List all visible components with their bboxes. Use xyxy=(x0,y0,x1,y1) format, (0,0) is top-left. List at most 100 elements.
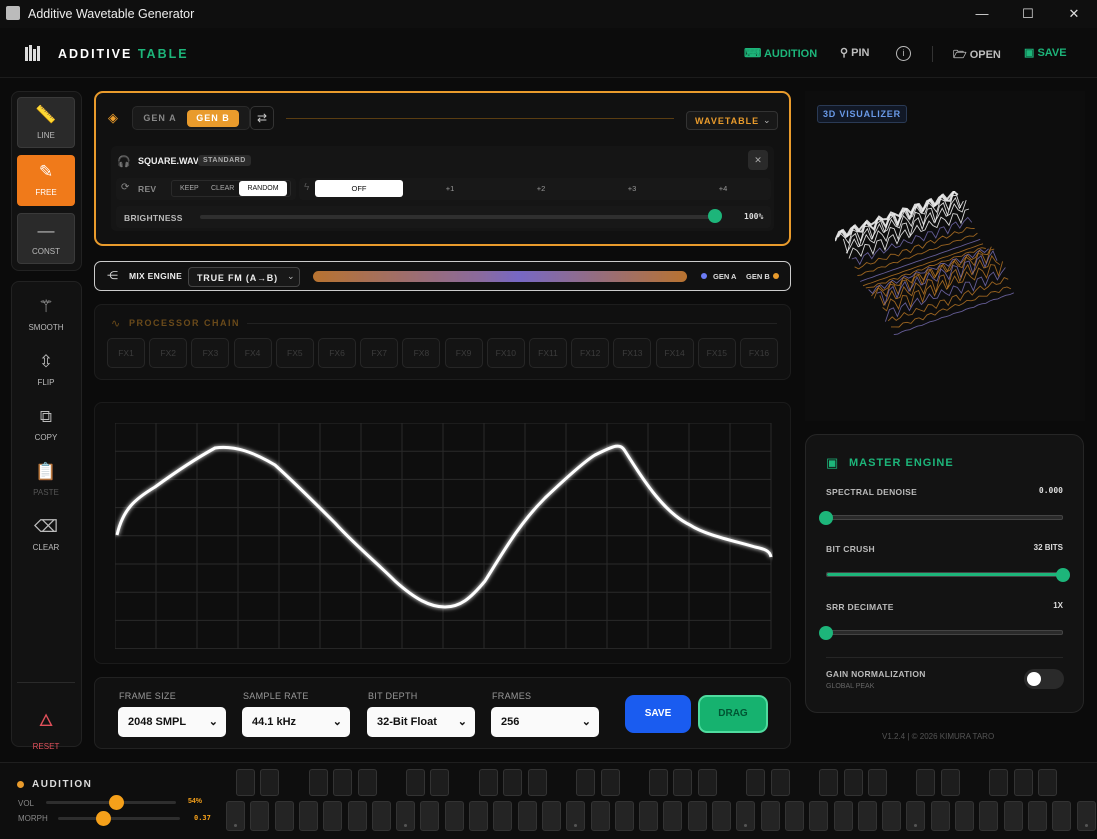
piano-white-key[interactable] xyxy=(760,801,780,831)
piano-black-key[interactable] xyxy=(308,769,328,796)
paste-button[interactable]: 📋 PASTE xyxy=(17,455,75,506)
piano-black-key[interactable] xyxy=(746,769,766,796)
mix-mode-select[interactable]: TRUE FM (A→B) ⌄ xyxy=(188,267,300,287)
reset-button[interactable]: 🜂 RESET xyxy=(17,694,75,751)
piano-black-key[interactable] xyxy=(527,769,547,796)
piano-white-key[interactable] xyxy=(906,801,926,831)
piano-black-key[interactable] xyxy=(989,769,1009,796)
export-save-button[interactable]: SAVE xyxy=(625,695,691,733)
fx-slot[interactable]: FX6 xyxy=(318,338,356,368)
piano-black-key[interactable] xyxy=(819,769,839,796)
octave-option[interactable]: +4 xyxy=(679,180,767,197)
fx-slot[interactable]: FX13 xyxy=(613,338,652,368)
piano-black-key[interactable] xyxy=(843,769,863,796)
piano-white-key[interactable] xyxy=(857,801,877,831)
piano-black-key[interactable] xyxy=(260,769,280,796)
piano-white-key[interactable] xyxy=(444,801,464,831)
piano-black-key[interactable] xyxy=(406,769,426,796)
fx-slot[interactable]: FX11 xyxy=(529,338,567,368)
piano-black-key[interactable] xyxy=(503,769,523,796)
copy-button[interactable]: ⧉ COPY xyxy=(17,400,75,451)
octave-option[interactable]: +2 xyxy=(497,180,585,197)
piano-black-key[interactable] xyxy=(430,769,450,796)
piano-white-key[interactable] xyxy=(469,801,488,831)
piano-white-key[interactable] xyxy=(930,801,950,831)
close-button[interactable]: ✕ xyxy=(1051,0,1097,28)
piano-white-key[interactable] xyxy=(784,801,804,831)
mode-line[interactable]: 📏 LINE xyxy=(17,97,75,148)
piano-white-key[interactable] xyxy=(298,801,318,831)
mode-free[interactable]: ✎ FREE xyxy=(17,155,75,206)
piano-black-key[interactable] xyxy=(649,769,669,796)
bit-crush-knob[interactable] xyxy=(1056,568,1070,582)
bit-depth-select[interactable]: 32-Bit Float ⌄ xyxy=(367,707,475,737)
fx-slot[interactable]: FX4 xyxy=(233,338,272,368)
fx-slot[interactable]: FX5 xyxy=(275,338,314,368)
gen-a-tab[interactable]: GEN A xyxy=(138,110,182,127)
wave-editor[interactable] xyxy=(94,402,791,664)
srr-slider[interactable] xyxy=(826,630,1063,635)
piano-black-key[interactable] xyxy=(333,769,353,796)
gen-b-tab[interactable]: GEN B xyxy=(187,110,239,127)
piano-white-key[interactable] xyxy=(979,801,999,831)
fx-slot[interactable]: FX1 xyxy=(107,338,145,368)
gain-toggle[interactable] xyxy=(1024,669,1064,689)
piano-white-key[interactable] xyxy=(1076,801,1096,831)
piano-white-key[interactable] xyxy=(250,801,270,831)
clear-option[interactable]: CLEAR xyxy=(211,185,234,192)
piano-white-key[interactable] xyxy=(347,801,367,831)
fx-slot[interactable]: FX3 xyxy=(191,338,230,368)
morph-slider[interactable] xyxy=(58,817,180,820)
fx-slot[interactable]: FX15 xyxy=(697,338,736,368)
octave-option[interactable]: +3 xyxy=(588,180,676,197)
piano-black-key[interactable] xyxy=(576,769,596,796)
piano-white-key[interactable] xyxy=(882,801,902,831)
brightness-slider[interactable] xyxy=(200,215,715,219)
mode-const[interactable]: — CONST xyxy=(17,213,75,264)
audition-toggle[interactable]: ⌨ AUDITION xyxy=(744,46,817,60)
piano-white-key[interactable] xyxy=(566,801,586,831)
piano-white-key[interactable] xyxy=(712,801,731,831)
piano-white-key[interactable] xyxy=(396,801,416,831)
piano-white-key[interactable] xyxy=(493,801,513,831)
drag-export-button[interactable]: DRAG xyxy=(698,695,768,733)
piano-white-key[interactable] xyxy=(1052,801,1072,831)
swap-icon[interactable]: ⇄ xyxy=(250,106,274,130)
sample-rate-select[interactable]: 44.1 kHz ⌄ xyxy=(242,707,350,737)
frame-size-select[interactable]: 2048 SMPL ⌄ xyxy=(118,707,226,737)
keep-option[interactable]: KEEP xyxy=(180,185,199,192)
piano-black-key[interactable] xyxy=(867,769,887,796)
piano-white-key[interactable] xyxy=(663,801,683,831)
close-source-icon[interactable]: ✕ xyxy=(748,150,768,170)
piano-white-key[interactable] xyxy=(955,801,974,831)
piano-white-key[interactable] xyxy=(736,801,756,831)
visualizer-3d-plot[interactable] xyxy=(835,191,1015,376)
octave-option[interactable]: +1 xyxy=(406,180,494,197)
piano-black-key[interactable] xyxy=(600,769,620,796)
piano-white-key[interactable] xyxy=(833,801,853,831)
piano-black-key[interactable] xyxy=(357,769,377,796)
open-button[interactable]: 🗁 OPEN xyxy=(953,46,1001,65)
mix-gradient-slider[interactable] xyxy=(313,271,687,282)
piano-white-key[interactable] xyxy=(371,801,391,831)
fx-slot[interactable]: FX7 xyxy=(360,338,399,368)
save-button[interactable]: ▣ SAVE xyxy=(1024,46,1067,59)
piano-white-key[interactable] xyxy=(614,801,634,831)
piano-white-key[interactable] xyxy=(420,801,440,831)
clear-button[interactable]: ⌫ CLEAR xyxy=(17,510,75,561)
piano-black-key[interactable] xyxy=(1013,769,1033,796)
piano-white-key[interactable] xyxy=(226,801,245,831)
fx-slot[interactable]: FX16 xyxy=(740,338,778,368)
piano-white-key[interactable] xyxy=(1027,801,1047,831)
source-mode-select[interactable]: WAVETABLE ⌄ xyxy=(686,111,778,130)
denoise-knob[interactable] xyxy=(819,511,833,525)
piano-black-key[interactable] xyxy=(940,769,960,796)
octave-option[interactable]: OFF xyxy=(315,180,403,197)
minimize-button[interactable]: — xyxy=(959,0,1005,28)
fx-slot[interactable]: FX2 xyxy=(149,338,188,368)
piano-white-key[interactable] xyxy=(687,801,707,831)
bit-crush-slider[interactable] xyxy=(826,572,1063,577)
info-icon[interactable]: i xyxy=(896,46,911,61)
piano-white-key[interactable] xyxy=(274,801,294,831)
piano-black-key[interactable] xyxy=(479,769,498,796)
